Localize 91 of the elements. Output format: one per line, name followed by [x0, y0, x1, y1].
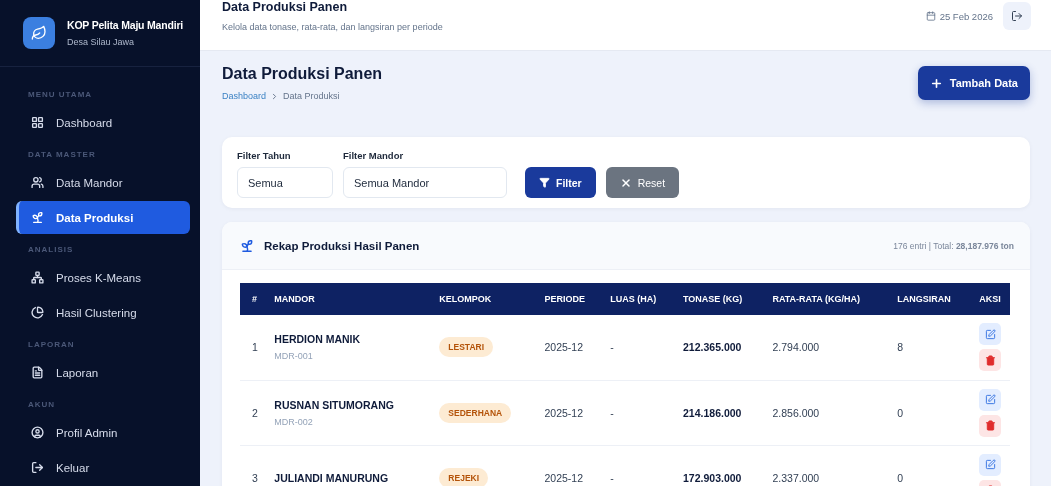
column-header: KELOMPOK — [427, 283, 533, 315]
table-cell: 172.903.000 — [671, 445, 761, 486]
row-number: 1 — [240, 315, 263, 380]
delete-button[interactable] — [979, 414, 1002, 437]
logout-icon — [31, 461, 44, 474]
sprout-icon — [31, 211, 44, 224]
filter-label: Filter Mandor — [343, 150, 405, 161]
filter-button[interactable]: Filter — [525, 167, 596, 198]
edit-icon — [984, 328, 996, 340]
filter-select[interactable]: Semua Mandor — [343, 167, 507, 198]
table-cell: - — [598, 315, 671, 380]
sidebar-item[interactable]: Hasil Clustering — [16, 296, 190, 329]
sidebar-item[interactable]: Data Produksi — [16, 201, 190, 234]
header-subtitle: Kelola data tonase, rata-rata, dan langsiran per periode — [222, 22, 443, 32]
table-cell: 2025-12 — [532, 380, 599, 445]
sidebar-item[interactable]: Proses K-Means — [16, 261, 190, 294]
brand-name: KOP Pelita Maju Mandiri — [67, 19, 183, 31]
table-summary: 176 entri | Total: 28,187.976 ton — [893, 240, 1014, 251]
column-header: LANGSIRAN — [885, 283, 968, 315]
document-icon — [31, 366, 44, 379]
calendar-icon — [925, 11, 936, 21]
table-cell: 2.337.000 — [760, 445, 886, 486]
funnel-icon — [539, 177, 550, 188]
group-tag: LESTARI — [439, 337, 494, 358]
header-title: Data Produksi Panen — [222, 0, 349, 14]
group-tag: REJEKI — [439, 467, 489, 486]
table-cell: 212.365.000 — [671, 315, 761, 380]
sidebar-section-label: AKUN — [27, 399, 57, 411]
close-icon — [619, 176, 632, 189]
edit-button[interactable] — [979, 323, 1002, 346]
plus-icon — [929, 76, 943, 90]
sidebar-section-label: MENU UTAMA — [27, 89, 94, 101]
column-header: LUAS (HA) — [598, 283, 671, 315]
table-cell: 2.794.000 — [760, 315, 886, 380]
sidebar-section-label: LAPORAN — [27, 339, 76, 351]
trash-icon — [984, 354, 996, 366]
mandor-name: JULIANDI MANURUNG — [274, 471, 390, 484]
add-data-button[interactable]: Tambah Data — [917, 66, 1030, 100]
breadcrumb-link[interactable]: Dashboard — [222, 91, 267, 101]
breadcrumb-current: Data Produksi — [283, 91, 340, 101]
column-header: PERIODE — [532, 283, 599, 315]
table-cell: - — [598, 445, 671, 486]
table-cell: 2.856.000 — [760, 380, 886, 445]
logout-button[interactable] — [1003, 2, 1031, 30]
table-title: Rekap Produksi Hasil Panen — [264, 239, 420, 252]
logout-icon — [1011, 10, 1023, 22]
users-icon — [31, 176, 44, 189]
grid-icon — [31, 116, 44, 129]
edit-icon — [984, 394, 996, 405]
mandor-code: MDR-001 — [274, 351, 314, 362]
table-cell: - — [598, 380, 671, 445]
delete-button[interactable] — [979, 349, 1002, 372]
sprout-icon — [240, 238, 254, 253]
pie-chart-icon — [31, 306, 44, 319]
column-header: TONASE (KG) — [671, 283, 761, 315]
column-header: # — [240, 283, 263, 315]
filter-select[interactable]: Semua — [237, 167, 333, 198]
table-cell: 2025-12 — [532, 315, 599, 380]
sidebar-item[interactable]: Dashboard — [16, 106, 190, 139]
mandor-name: RUSNAN SITUMORANG — [274, 398, 395, 411]
sidebar-item[interactable]: Keluar — [16, 451, 190, 484]
table-cell: 0 — [885, 445, 968, 486]
brand-subtitle: Desa Silau Jawa — [67, 37, 136, 47]
edit-button[interactable] — [979, 453, 1002, 476]
user-icon — [31, 426, 44, 439]
edit-icon — [984, 459, 996, 470]
column-header: MANDOR — [262, 283, 428, 315]
date-label: 25 Feb 2026 — [925, 10, 993, 22]
edit-button[interactable] — [979, 388, 1002, 411]
row-number: 2 — [240, 380, 263, 445]
mandor-name: HERDION MANIK — [274, 333, 362, 346]
network-icon — [31, 271, 44, 284]
leaf-logo-icon — [23, 17, 55, 49]
sidebar-item[interactable]: Data Mandor — [16, 166, 190, 199]
page-title: Data Produksi Panen — [222, 65, 383, 83]
table-cell: 0 — [885, 380, 968, 445]
table-cell: 214.186.000 — [671, 380, 761, 445]
sidebar-item[interactable]: Laporan — [16, 356, 190, 389]
trash-icon — [984, 420, 996, 431]
group-tag: SEDERHANA — [439, 402, 512, 423]
sidebar-item[interactable]: Profil Admin — [16, 416, 190, 449]
reset-button[interactable]: Reset — [605, 167, 680, 198]
column-header: AKSI — [967, 283, 1010, 315]
filter-label: Filter Tahun — [237, 150, 292, 161]
table-cell: 8 — [885, 315, 968, 380]
table-cell: 2025-12 — [532, 445, 599, 486]
mandor-code: MDR-002 — [274, 416, 314, 427]
sidebar-section-label: DATA MASTER — [27, 149, 97, 161]
column-header: RATA-RATA (KG/HA) — [760, 283, 886, 315]
row-number: 3 — [240, 445, 263, 486]
sidebar-section-label: ANALISIS — [27, 244, 75, 256]
